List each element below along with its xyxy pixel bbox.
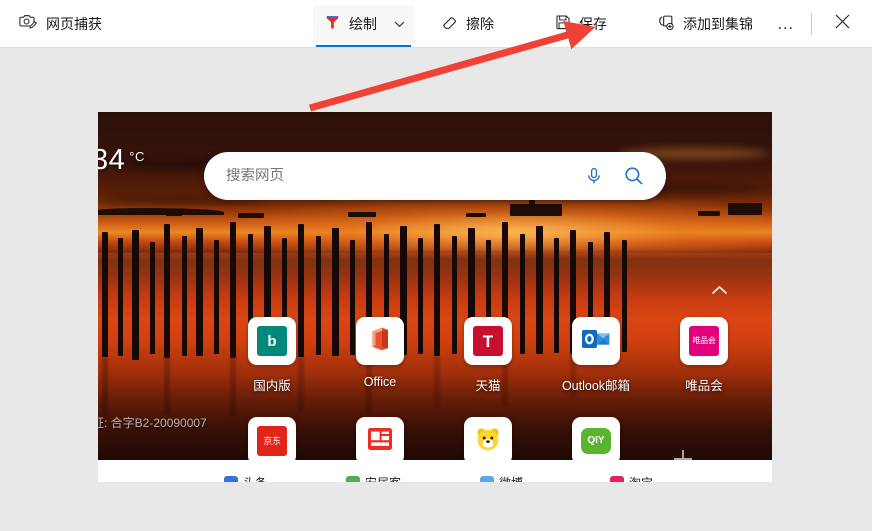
jingdong-icon: 京东 — [257, 426, 287, 456]
tile-icon-box — [464, 417, 512, 465]
shortcut-tile-bing-china[interactable]: b 国内版 — [218, 317, 326, 394]
draw-button[interactable]: 绘制 — [313, 4, 414, 47]
save-button-label: 保存 — [579, 15, 607, 32]
pier-post — [150, 242, 155, 354]
screen-capture-icon — [18, 12, 38, 36]
bing-china-icon: b — [257, 326, 287, 356]
tmall-icon: T — [473, 326, 503, 356]
close-button[interactable] — [822, 2, 862, 46]
tile-icon-box — [572, 317, 620, 365]
post-reflection — [102, 357, 108, 417]
erase-button-label: 擦除 — [466, 15, 494, 32]
eraser-icon — [440, 13, 459, 35]
collections-button[interactable]: 添加到集锦 — [647, 5, 763, 43]
ship-silhouette — [698, 211, 720, 216]
tile-label: 头条 — [243, 474, 267, 482]
magnifier-icon — [625, 167, 643, 185]
tile-label: 安居客 — [365, 474, 401, 482]
tile-icon-box: T — [464, 317, 512, 365]
tile-icon-box: QIY — [572, 417, 620, 465]
iqiyi-icon: QIY — [581, 428, 611, 454]
pier-post — [132, 230, 139, 360]
microphone-icon[interactable] — [574, 156, 614, 196]
pier-post — [182, 236, 187, 356]
search-input[interactable] — [226, 168, 574, 184]
icp-license-text: 证: 合字B2-20090007 — [98, 416, 207, 430]
tile-label: 天猫 — [475, 379, 501, 393]
ellipsis-icon: … — [776, 13, 796, 33]
ship-silhouette — [466, 213, 486, 217]
save-button[interactable]: 保存 — [544, 5, 617, 43]
tile-icon-box — [346, 475, 360, 482]
vip-shop-icon: 唯品会 — [689, 326, 719, 356]
tile-label: 微博 — [499, 474, 523, 482]
collections-add-icon — [657, 13, 676, 35]
draw-button-label: 绘制 — [349, 15, 377, 32]
chevron-down-icon[interactable] — [388, 9, 410, 39]
shortcut-tile-office[interactable]: Office — [326, 317, 434, 394]
pier-post — [164, 224, 170, 358]
microsoft-office-icon — [366, 325, 394, 358]
app-title: 网页捕获 — [46, 15, 102, 32]
pier-post — [102, 232, 108, 357]
tile-icon-box — [610, 475, 624, 482]
bear-mascot-icon — [474, 425, 502, 458]
list-item[interactable]: 头条 — [224, 474, 267, 482]
more-options-button[interactable]: … — [769, 7, 803, 41]
shortcut-tiles-row-1: b 国内版 Office T 天猫 Outlook邮箱 唯品会 唯品会 — [218, 317, 758, 394]
list-item[interactable]: 淘宝 — [610, 474, 653, 482]
post-reflection — [164, 358, 170, 414]
ship-silhouette — [728, 203, 762, 215]
list-item[interactable]: 安居客 — [346, 474, 401, 482]
tile-label: Outlook邮箱 — [561, 379, 631, 393]
shortcut-tile-vipshop[interactable]: 唯品会 唯品会 — [650, 317, 758, 394]
tile-icon-box — [356, 417, 404, 465]
tile-icon-box — [480, 475, 494, 482]
shortcut-tile-outlook[interactable]: Outlook邮箱 — [542, 317, 650, 394]
toolbar-divider — [811, 12, 812, 35]
tile-label: 唯品会 — [685, 379, 723, 393]
collections-button-label: 添加到集锦 — [683, 15, 753, 32]
ship-silhouette — [238, 213, 264, 218]
chevron-up-icon[interactable] — [706, 280, 732, 300]
search-submit-button[interactable] — [614, 156, 654, 196]
outlook-mail-icon — [581, 325, 611, 358]
pier-post — [196, 228, 203, 356]
tile-icon-box: b — [248, 317, 296, 365]
tile-icon-box: 京东 — [248, 417, 296, 465]
ship-silhouette — [510, 204, 562, 216]
tile-label: 淘宝 — [629, 474, 653, 482]
search-box[interactable] — [204, 152, 666, 200]
close-x-icon — [835, 14, 850, 34]
shortcut-tile-tmall[interactable]: T 天猫 — [434, 317, 542, 394]
weather-temperature[interactable]: 34 °C — [98, 144, 145, 177]
draw-active-underline — [316, 44, 411, 47]
app-brand: 网页捕获 — [18, 12, 102, 36]
floppy-disk-icon — [554, 13, 572, 34]
temperature-unit: °C — [129, 149, 145, 164]
distant-shore — [98, 208, 224, 215]
marker-pen-icon — [323, 13, 342, 35]
tile-icon-box — [356, 317, 404, 365]
erase-button[interactable]: 擦除 — [430, 5, 504, 43]
news-panel-icon — [366, 426, 394, 457]
captured-page-canvas[interactable]: 34 °C 证: 合字B2-20090007 b — [98, 112, 772, 482]
tile-icon-box: 唯品会 — [680, 317, 728, 365]
temperature-value: 34 — [98, 144, 126, 176]
ship-silhouette — [348, 212, 376, 217]
tile-icon-box — [224, 475, 238, 482]
tile-label: Office — [363, 375, 397, 389]
list-item[interactable]: 微博 — [480, 474, 523, 482]
tile-label: 国内版 — [253, 379, 291, 393]
capture-toolbar: 网页捕获 绘制 擦除 保存 添加到集锦 … — [0, 0, 872, 48]
pier-post — [118, 238, 123, 356]
page-content-cutoff-strip: 头条 安居客 微博 淘宝 — [98, 460, 772, 482]
